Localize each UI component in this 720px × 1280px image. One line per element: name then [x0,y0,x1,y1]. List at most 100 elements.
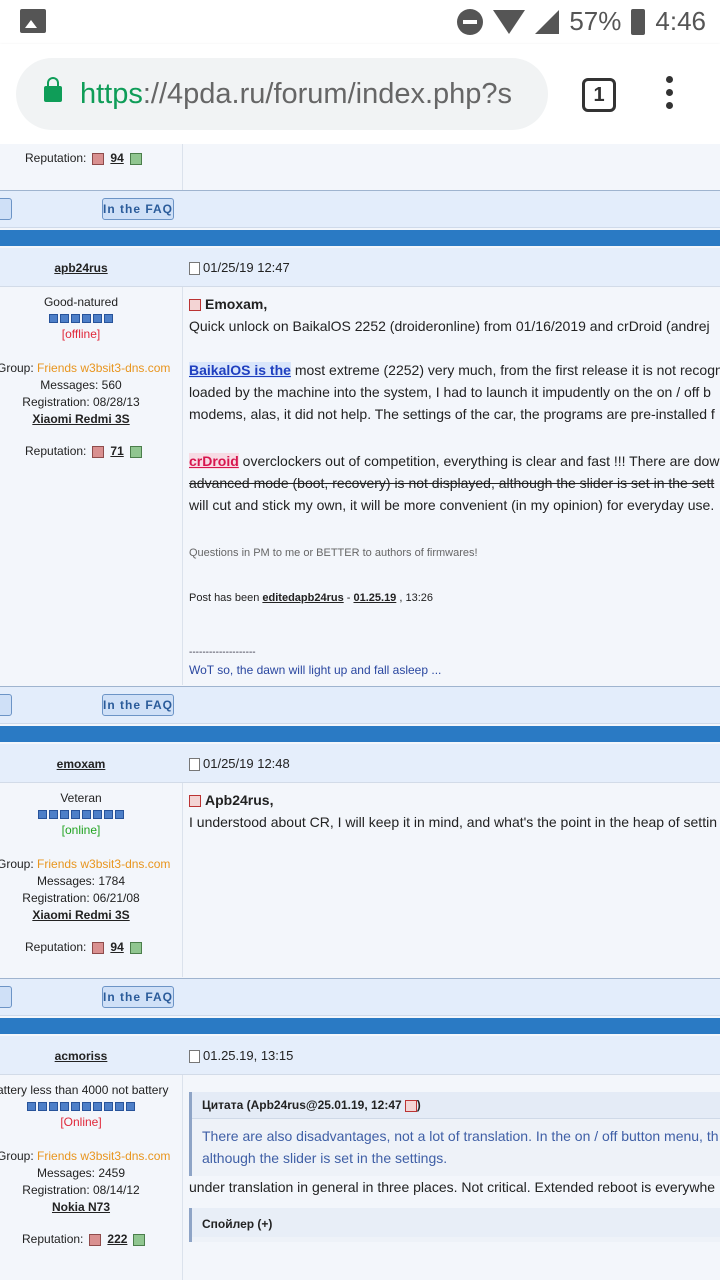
post-link-icon[interactable] [189,758,200,772]
post-date: 01/25/19 12:48 [203,756,290,771]
user-info: attery less than 4000 not battery [Onlin… [0,1075,183,1280]
spoiler-toggle[interactable]: Спойлер (+) [192,1208,720,1237]
wifi-icon [493,9,526,34]
post-link-icon[interactable] [189,262,200,276]
post-link[interactable]: BaikalOS is the [189,362,291,378]
user-rank: Good-natured [43,295,119,309]
user-registration: Registration: 08/14/12 [22,1183,140,1197]
quote-block: Цитата (Apb24rus@25.01.19, 12:47) There … [189,1092,720,1176]
image-notification-icon [20,9,46,33]
rank-dots [0,1102,162,1111]
username-link[interactable]: emoxam [57,757,106,771]
reputation-minus-icon[interactable] [92,941,105,954]
user-status: [online] [61,823,101,837]
post-link-icon[interactable] [189,1050,200,1064]
forum-content: Reputation: 94 In the FAQ apb24rus 01/25/… [0,144,720,1280]
rank-dots [0,810,162,819]
post-text: loaded by the machine into the system, I… [189,384,711,400]
user-rank: attery less than 4000 not battery [0,1083,169,1097]
post-header: emoxam 01/25/19 12:48 [0,744,720,783]
post-text: will cut and stick my own, it will be mo… [189,497,715,513]
username-link[interactable]: apb24rus [54,261,107,275]
reputation-plus-icon[interactable] [129,152,142,165]
post-text: Quick unlock on BaikalOS 2252 (droideron… [189,318,710,334]
reputation-plus-icon[interactable] [129,445,142,458]
scroll-up-button[interactable] [0,198,12,220]
faq-button[interactable]: In the FAQ [102,986,174,1008]
battery-percent: 57% [569,6,622,36]
post-header: acmoriss 01.25.19, 13:15 [0,1036,720,1075]
signature-divider: -------------------- [189,647,256,658]
post-text-strikethrough: advanced mode (boot, recovery) is not di… [189,475,715,491]
reputation-minus-icon[interactable] [92,152,105,165]
overflow-menu-icon[interactable] [666,76,674,112]
faq-button[interactable]: In the FAQ [102,694,174,716]
user-registration: Registration: 06/21/08 [22,891,140,905]
reputation-row: Reputation: 71 [25,444,148,458]
reputation-row: Reputation: 222 [22,1232,151,1246]
cell-signal-icon [535,9,560,34]
reply-to: Apb24rus, [205,792,274,808]
edit-date-link[interactable]: 01.25.19 [353,592,396,604]
quote-link-icon[interactable] [189,795,201,808]
user-device-link[interactable]: Xiaomi Redmi 3S [32,908,129,922]
reputation-plus-icon[interactable] [129,941,142,954]
spoiler-block[interactable]: Спойлер (+) [189,1208,720,1242]
user-info: Veteran [online] Group: Friends w3bsit3-… [0,783,183,977]
quote-text: although the slider is set in the settin… [202,1150,448,1166]
user-group: Friends w3bsit3-dns.com [37,857,171,871]
quote-author: Цитата (Apb24rus@25.01.19, 12:47 [202,1098,402,1112]
do-not-disturb-icon [457,8,484,35]
clock: 4:46 [655,6,706,36]
post-footer-row: In the FAQ [0,686,720,724]
status-bar: 57% 4:46 [0,0,720,44]
faq-button[interactable]: In the FAQ [102,198,174,220]
post-separator [0,1018,720,1034]
user-group: Friends w3bsit3-dns.com [37,361,171,375]
user-rank: Veteran [60,791,102,805]
user-messages: Messages: 2459 [36,1166,126,1180]
signature: WoT so, the dawn will light up and fall … [189,663,442,677]
rank-dots [0,314,162,323]
user-device-link[interactable]: Xiaomi Redmi 3S [32,412,129,426]
reputation-minus-icon[interactable] [92,445,105,458]
reputation-plus-icon[interactable] [133,1233,146,1246]
user-info: Good-natured [offline] Group: Friends w3… [0,287,183,685]
post-text: modems, alas, it did not help. The setti… [189,406,715,422]
username-link[interactable]: acmoriss [55,1049,108,1063]
user-status: [offline] [61,327,101,341]
user-messages: Messages: 560 [40,378,122,392]
quote-link-icon[interactable] [189,299,201,312]
reputation-minus-icon[interactable] [89,1233,102,1246]
user-device-link[interactable]: Nokia N73 [52,1200,110,1214]
post-text: under translation in general in three pl… [189,1179,716,1195]
user-registration: Registration: 08/28/13 [22,395,140,409]
browser-toolbar: https://4pda.ru/forum/index.php?s 1 [0,44,720,144]
post-separator [0,230,720,246]
user-messages: Messages: 1784 [36,874,126,888]
post-separator [0,726,720,742]
scroll-up-button[interactable] [0,694,12,716]
post-text: I understood about CR, I will keep it in… [189,814,717,830]
lock-icon [44,77,62,102]
reputation-row: Reputation: 94 [25,940,148,954]
post-link[interactable]: crDroid [189,453,239,469]
user-group: Friends w3bsit3-dns.com [37,1149,171,1163]
scroll-up-button[interactable] [0,986,12,1008]
post-date: 01.25.19, 13:15 [203,1048,294,1063]
post-header: apb24rus 01/25/19 12:47 [0,248,720,287]
post-body: Emoxam, Quick unlock on BaikalOS 2252 (d… [189,296,720,677]
battery-icon [631,8,646,35]
url-text[interactable]: https://4pda.ru/forum/index.php?s [80,78,530,111]
reputation-row: Reputation: 94 [25,151,148,165]
edited-info: Post has been editedapb24rus - 01.25.19 … [189,592,434,604]
post-body: Apb24rus, I understood about CR, I will … [183,783,720,977]
post-footer-row: In the FAQ [0,978,720,1016]
editor-link[interactable]: editedapb24rus [262,592,343,604]
quote-source-icon[interactable] [404,1099,417,1112]
tab-switcher-button[interactable]: 1 [582,78,616,112]
post-note: Questions in PM to me or BETTER to autho… [189,547,478,559]
reply-to: Emoxam, [205,296,268,312]
address-bar[interactable]: https://4pda.ru/forum/index.php?s [16,58,548,130]
quote-text: There are also disadvantages, not a lot … [202,1128,719,1144]
